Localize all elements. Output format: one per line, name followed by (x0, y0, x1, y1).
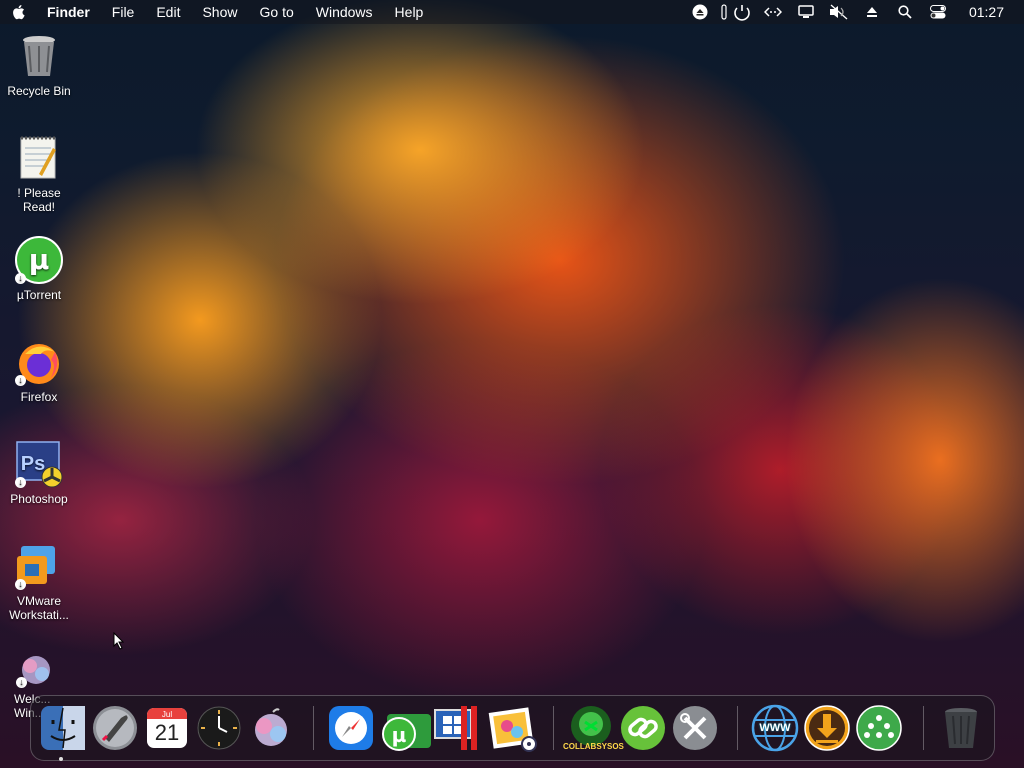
utorrent-icon: µ ↓ (15, 236, 63, 284)
code-arrows-icon[interactable] (757, 0, 790, 24)
dock-link-icon[interactable] (619, 704, 667, 752)
svg-text:µ: µ (392, 723, 407, 747)
volume-muted-icon[interactable] (823, 0, 856, 24)
desktop-wallpaper (0, 0, 1024, 768)
desktop-icon-label: Recycle Bin (7, 84, 71, 98)
desktop-icon-photoshop[interactable]: Ps ↓ Photoshop (0, 440, 78, 506)
svg-text:Ps: Ps (21, 453, 45, 475)
dock-parallels-icon[interactable] (431, 704, 479, 752)
menu-go-to[interactable]: Go to (249, 0, 305, 24)
menu-edit[interactable]: Edit (145, 0, 191, 24)
dock-www-globe-icon[interactable]: WWW (751, 704, 799, 752)
search-icon[interactable] (889, 0, 922, 24)
svg-text:µ: µ (29, 243, 50, 276)
photoshop-icon: Ps ↓ (15, 440, 63, 488)
menu-help[interactable]: Help (384, 0, 435, 24)
desktop-icon-vmware[interactable]: ↓ VMware Workstati... (0, 542, 78, 622)
dock-clock-icon[interactable] (195, 704, 243, 752)
dock-tools-icon[interactable] (671, 704, 719, 752)
desktop-icon-label: Firefox (20, 390, 58, 404)
dock-launchpad-rocket-icon[interactable] (91, 704, 139, 752)
menu-finder[interactable]: Finder (36, 0, 101, 24)
control-center-icon[interactable] (922, 0, 955, 24)
firefox-icon: ↓ (15, 338, 63, 386)
shortcut-arrow-icon: ↓ (15, 375, 26, 386)
dock: Jul 21 µ COLLABSYSOS WWW (30, 695, 995, 761)
menu-windows[interactable]: Windows (305, 0, 384, 24)
dock-welcome-apple-icon[interactable] (247, 704, 295, 752)
desktop-icon-please-read[interactable]: ! Please Read! (0, 134, 78, 214)
shortcut-arrow-icon: ↓ (15, 579, 26, 590)
menu-bar: Finder File Edit Show Go to Windows Help… (0, 0, 1024, 24)
shortcut-arrow-icon: ↓ (15, 273, 26, 284)
desktop-icon-label: µTorrent (16, 288, 62, 302)
welcome-apple-icon: ↓ (16, 648, 56, 688)
desktop-icon-firefox[interactable]: ↓ Firefox (0, 338, 78, 404)
dock-finder-icon[interactable] (39, 704, 87, 752)
eject-icon[interactable] (856, 0, 889, 24)
www-label: WWW (759, 722, 791, 734)
dock-network-people-icon[interactable] (855, 704, 903, 752)
dock-safari-icon[interactable] (327, 704, 375, 752)
desktop-icon-utorrent[interactable]: µ ↓ µTorrent (0, 236, 78, 302)
shortcut-arrow-icon: ↓ (15, 477, 26, 488)
dock-separator (553, 706, 554, 750)
apple-menu-icon[interactable] (0, 0, 36, 24)
dock-trash-icon[interactable] (937, 704, 985, 752)
status-area: 01:27 (684, 0, 1024, 24)
desktop-icon-label: VMware Workstati... (9, 594, 69, 622)
dock-calendar-icon[interactable]: Jul 21 (143, 704, 191, 752)
upload-circle-icon[interactable] (684, 0, 717, 24)
dock-utorrent-folder-icon[interactable]: µ (379, 704, 431, 752)
mouse-cursor-icon (113, 632, 125, 650)
shortcut-arrow-icon: ↓ (16, 677, 27, 688)
calendar-day: 21 (154, 720, 180, 745)
collabsysos-label: COLLABSYSOS (563, 742, 624, 751)
dock-photo-slideshow-icon[interactable] (487, 704, 537, 752)
dock-download-icon[interactable] (803, 704, 851, 752)
calendar-month: Jul (161, 710, 173, 719)
dock-separator (313, 706, 314, 750)
dock-separator (737, 706, 738, 750)
desktop-icon-recycle-bin[interactable]: Recycle Bin (0, 32, 78, 98)
dock-collabsysos-icon[interactable]: COLLABSYSOS (563, 704, 624, 752)
desktop-icon-label: ! Please Read! (17, 186, 61, 214)
recycle-bin-icon (15, 32, 63, 80)
menu-file[interactable]: File (101, 0, 146, 24)
display-icon[interactable] (790, 0, 823, 24)
vmware-icon: ↓ (15, 542, 63, 590)
menu-show[interactable]: Show (191, 0, 248, 24)
clock[interactable]: 01:27 (955, 4, 1024, 20)
notepad-icon (15, 134, 63, 182)
dock-separator (923, 706, 924, 750)
dock-running-indicator (59, 757, 63, 761)
desktop-icon-label: Photoshop (10, 492, 68, 506)
power-status-icon[interactable] (717, 0, 757, 24)
